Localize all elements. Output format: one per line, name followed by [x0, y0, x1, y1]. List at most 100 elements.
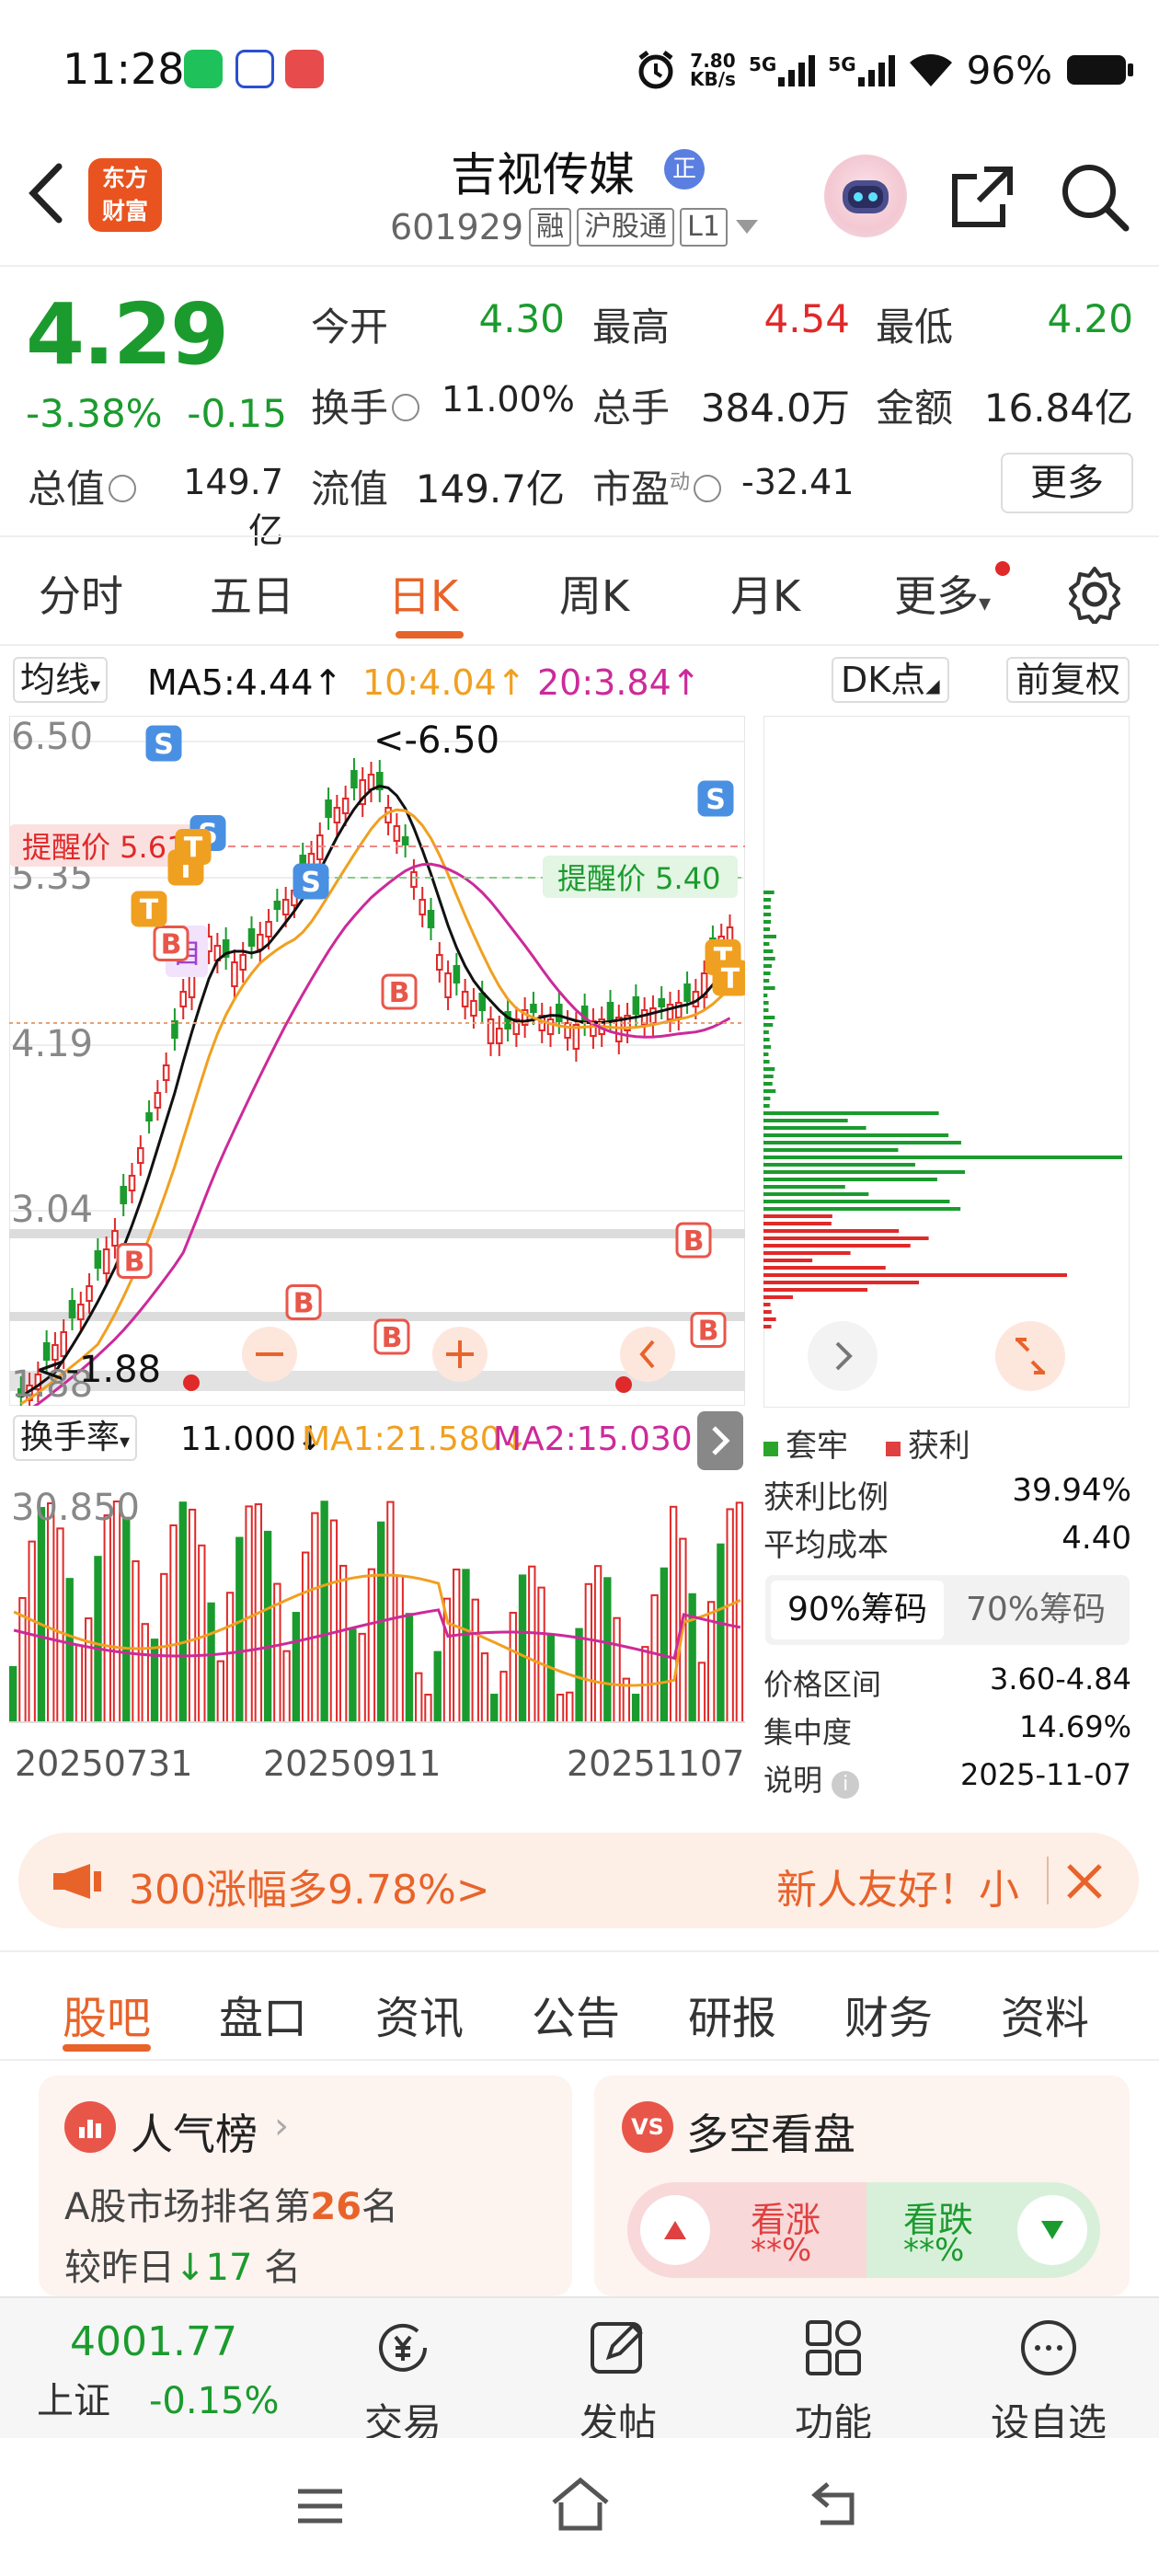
- chip-bar: [763, 1273, 1067, 1277]
- chip-bar: [763, 927, 770, 931]
- tab-monthly-k[interactable]: 月K: [730, 563, 800, 624]
- menu-icon[interactable]: [293, 2478, 348, 2534]
- candle: [120, 1187, 126, 1203]
- chip-bar: [763, 1156, 1122, 1159]
- back-nav-icon[interactable]: [808, 2475, 866, 2534]
- chip-stats: 获利比例 39.94% 平均成本 4.40: [763, 1472, 1131, 1568]
- high-marker: <-6.50: [373, 719, 499, 762]
- wifi-icon: [908, 52, 954, 88]
- add-watchlist-button[interactable]: 设自选: [975, 2315, 1122, 2448]
- chip-tab-90[interactable]: 90%筹码: [771, 1581, 944, 1639]
- turnover-bar: [717, 1545, 723, 1722]
- turnover-bar: [105, 1515, 110, 1722]
- turnover-bar: [29, 1542, 35, 1722]
- turnover-ma2: MA2:15.030↑: [493, 1420, 720, 1458]
- index-ticker[interactable]: 4001.77 上证 -0.15%: [37, 2318, 279, 2424]
- collapse-arrow-button[interactable]: [697, 1411, 743, 1470]
- dk-point-select[interactable]: DK点◢: [832, 657, 949, 703]
- functions-button[interactable]: 功能: [760, 2315, 907, 2448]
- chip-bar: [763, 1244, 911, 1248]
- adjust-select[interactable]: 前复权: [1006, 657, 1130, 703]
- tab-weekly-k[interactable]: 周K: [559, 563, 629, 624]
- volume-value: 384.0万: [671, 377, 850, 433]
- tab-research[interactable]: 研报: [688, 1982, 776, 2046]
- popularity-change: 较昨日↓17 名: [64, 2237, 301, 2291]
- candle: [463, 992, 468, 1006]
- tab-announcements[interactable]: 公告: [532, 1982, 620, 2046]
- turnover-bar: [246, 1506, 251, 1722]
- stock-code-row[interactable]: 601929 融 沪股通 L1: [390, 207, 761, 247]
- candle: [326, 800, 331, 817]
- chip-bar: [763, 964, 772, 968]
- trade-marker-label: S: [706, 784, 726, 816]
- bullish-button[interactable]: 看涨 **%: [627, 2182, 866, 2278]
- chevron-right-icon: ›: [274, 2105, 289, 2147]
- tab-finance[interactable]: 财务: [844, 1982, 933, 2046]
- chip-bar: [763, 1008, 768, 1012]
- close-icon[interactable]: [1065, 1862, 1104, 1901]
- settings-gear-icon[interactable]: [1065, 565, 1124, 624]
- candle: [445, 973, 451, 997]
- share-icon[interactable]: [947, 162, 1017, 232]
- ma20-value: 20:3.84↑: [537, 662, 701, 703]
- amount-label: 金额: [876, 377, 953, 433]
- chip-expand-button[interactable]: [995, 1321, 1065, 1391]
- tab-orderbook[interactable]: 盘口: [219, 1982, 307, 2046]
- ma-type-select[interactable]: 均线▾: [13, 657, 108, 703]
- chip-bar: [763, 1052, 768, 1056]
- turnover-bar: [407, 1614, 412, 1722]
- turnover-bar: [369, 1570, 374, 1722]
- float-cap-value: 149.7亿: [405, 458, 565, 514]
- bull-bear-card[interactable]: VS 多空看盘 看涨 **% 看跌 **%: [594, 2076, 1130, 2296]
- turnover-bar: [312, 1513, 317, 1722]
- candle: [429, 911, 434, 927]
- chip-bar: [763, 1178, 937, 1181]
- turnover-value: 11.00%: [442, 379, 565, 420]
- chip-bar: [763, 1075, 774, 1078]
- promo-banner[interactable]: 300涨幅多9.78%> 新人友好！小: [18, 1833, 1139, 1928]
- turnover-bar: [511, 1613, 516, 1722]
- wechat-icon: [184, 50, 223, 88]
- search-icon[interactable]: [1058, 160, 1131, 234]
- chip-tab-70[interactable]: 70%筹码: [949, 1581, 1122, 1639]
- turnover-bar: [737, 1502, 742, 1722]
- tab-forum[interactable]: 股吧: [63, 1982, 151, 2046]
- turnover-label: 换手: [311, 377, 423, 433]
- popularity-card[interactable]: 人气榜 › A股市场排名第26名 较昨日↓17 名: [39, 2076, 572, 2296]
- back-icon[interactable]: [24, 161, 70, 225]
- candle: [351, 771, 357, 788]
- tab-news[interactable]: 资讯: [375, 1982, 464, 2046]
- candle: [86, 1286, 92, 1301]
- popularity-icon: [64, 2101, 116, 2153]
- turnover-bar: [114, 1501, 120, 1722]
- tab-five-day[interactable]: 五日: [210, 563, 294, 624]
- chip-next-button[interactable]: [808, 1321, 878, 1391]
- kline-chart[interactable]: 6.50 5.35 4.19 3.04 1.88 <-6.50 <-1.88 提…: [9, 716, 745, 1406]
- more-quote-button[interactable]: 更多: [1001, 453, 1133, 513]
- candle: [411, 872, 417, 887]
- open-value: 4.30: [442, 296, 565, 341]
- chip-bar: [763, 898, 771, 902]
- chip-distribution-chart[interactable]: [763, 716, 1130, 1408]
- scroll-left-button[interactable]: [620, 1327, 675, 1382]
- bearish-button[interactable]: 看跌 **%: [866, 2182, 1100, 2278]
- turnover-type-select[interactable]: 换手率▾: [13, 1415, 137, 1461]
- trade-marker-label: T: [721, 963, 740, 995]
- home-icon[interactable]: [548, 2475, 613, 2534]
- chip-bar: [763, 1214, 832, 1218]
- turnover-bar: [331, 1521, 337, 1722]
- post-button[interactable]: 发帖: [545, 2315, 692, 2448]
- chip-bar: [763, 957, 775, 960]
- chip-bar: [763, 1303, 771, 1306]
- tab-daily-k[interactable]: 日K: [388, 563, 458, 624]
- turnover-bar: [86, 1618, 91, 1722]
- trade-button[interactable]: 交易: [329, 2315, 476, 2448]
- turnover-bar: [227, 1593, 233, 1722]
- tab-more[interactable]: 更多▾: [894, 563, 991, 624]
- turnover-bar: [633, 1695, 638, 1722]
- tab-intraday[interactable]: 分时: [39, 563, 123, 624]
- price-change: -3.38% -0.15: [26, 391, 287, 436]
- tab-profile[interactable]: 资料: [1001, 1982, 1089, 2046]
- assistant-robot-icon[interactable]: [824, 155, 907, 237]
- turnover-chart[interactable]: 30.850 20250731 20250911 20251107: [9, 1474, 745, 1814]
